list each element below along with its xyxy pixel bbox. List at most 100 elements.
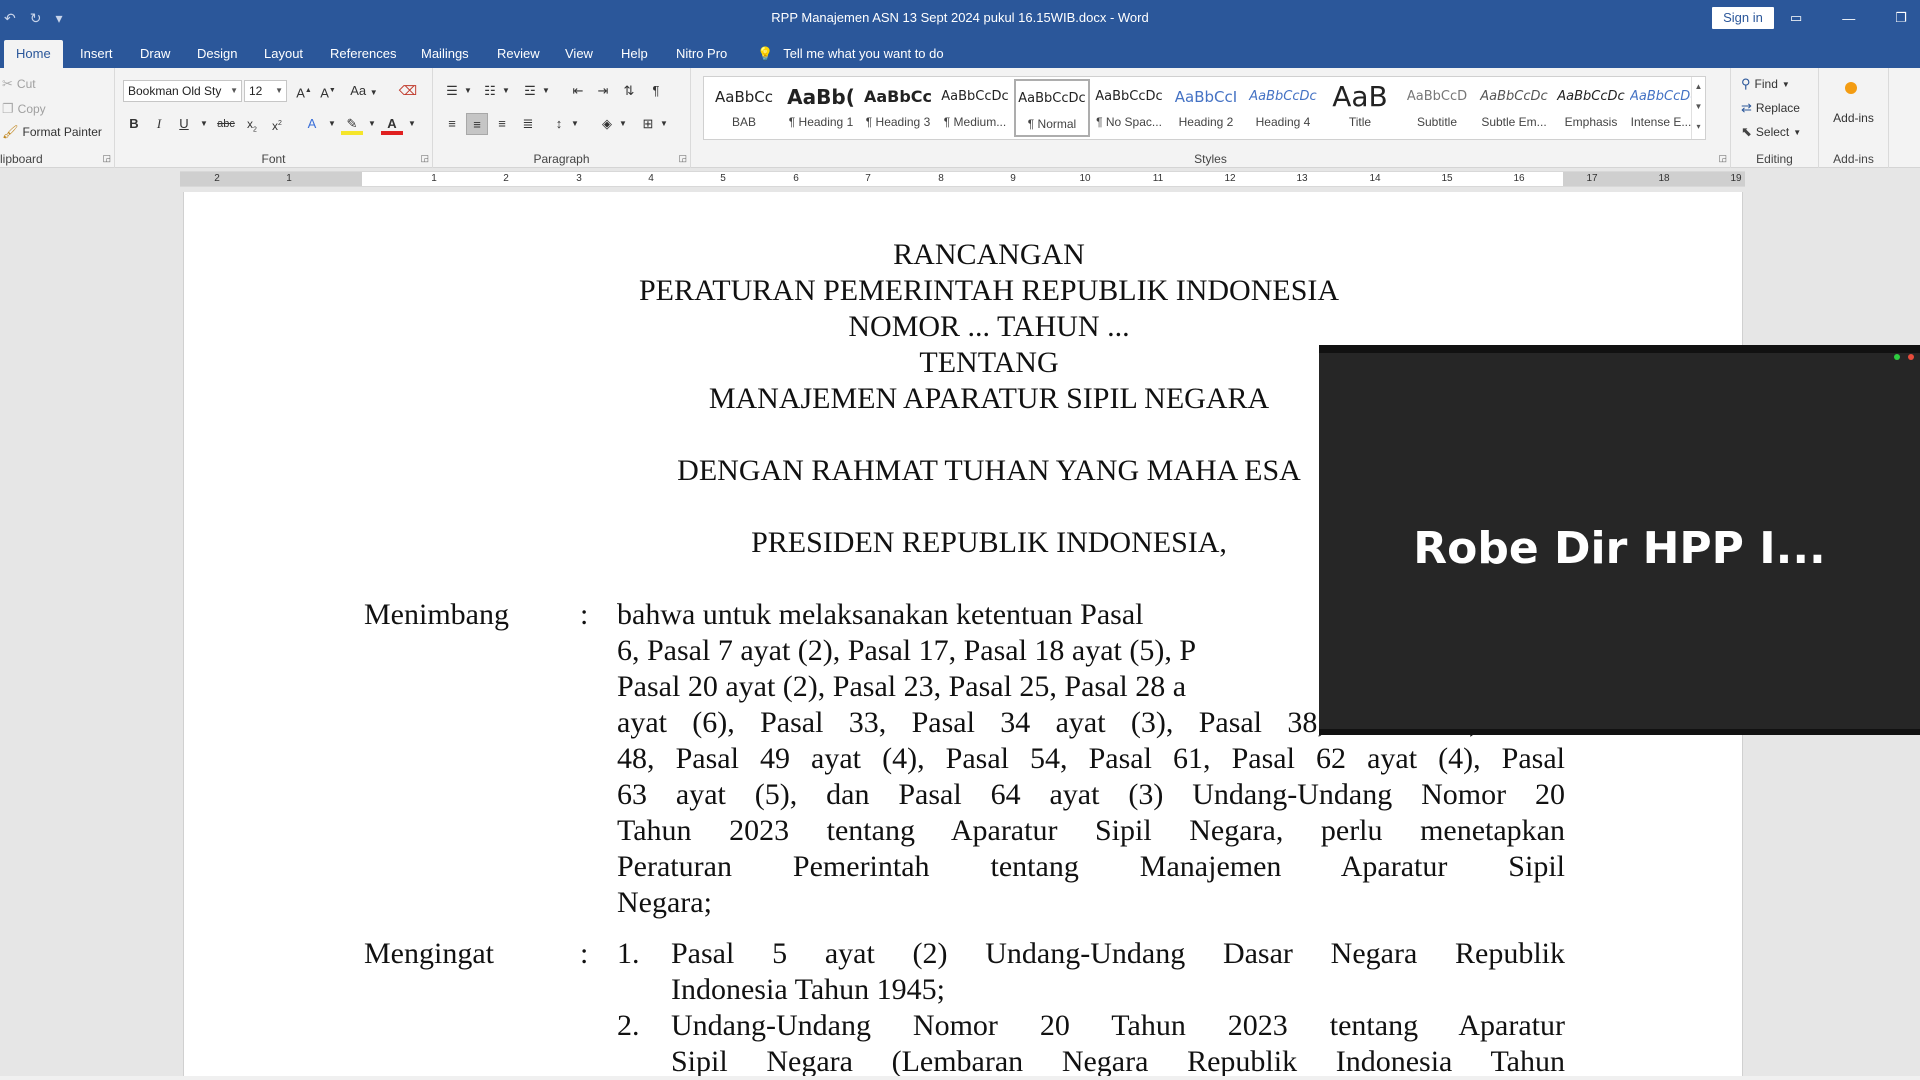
text-effects-dropdown-icon[interactable]: ▼ — [321, 113, 343, 135]
ruler-tick: 6 — [793, 173, 799, 184]
paragraph-launcher-icon[interactable]: ◲ — [678, 153, 687, 164]
addins-group: Add-ins Add-ins — [1819, 68, 1889, 168]
restore-icon[interactable]: ❐ — [1895, 10, 1907, 26]
minimize-icon[interactable]: — — [1842, 11, 1855, 26]
ruler-tick: 2 — [214, 173, 220, 184]
shading-dropdown-icon[interactable]: ▼ — [612, 113, 634, 135]
line-spacing-dropdown-icon[interactable]: ▼ — [564, 113, 586, 135]
font-launcher-icon[interactable]: ◲ — [420, 153, 429, 164]
superscript-icon[interactable]: x2 — [266, 113, 288, 135]
dropdown-icon: ▼ — [1781, 79, 1790, 89]
scroll-up-icon[interactable]: ▲ — [1692, 77, 1705, 97]
ruler-left-margin — [180, 172, 362, 186]
font-name-combo[interactable]: Bookman Old Sty ▼ — [123, 80, 242, 102]
cut-button[interactable]: ✂ Cut — [2, 76, 36, 92]
menimbang-line: Pasal 20 ayat (2), Pasal 23, Pasal 25, P… — [617, 670, 1187, 703]
clear-formatting-icon[interactable]: ⌫ — [397, 80, 419, 102]
style-normal[interactable]: AaBbCcDc ¶ Normal — [1014, 79, 1090, 137]
horizontal-ruler[interactable]: 2 1 1 2 3 4 5 6 7 8 9 10 11 12 13 14 15 … — [180, 171, 1745, 187]
bullets-dropdown-icon[interactable]: ▼ — [457, 80, 479, 102]
style-heading-4[interactable]: AaBbCcDc Heading 4 — [1245, 79, 1321, 137]
paragraph-group: ☰ ▼ ☷ ▼ ☲ ▼ ⇤ ⇥ ⇅ ¶ ≡ ≡ ≡ ≣ ↕ ▼ ◈ ▼ ⊞ ▼ … — [433, 68, 691, 168]
ruler-tick: 11 — [1152, 173, 1164, 184]
font-color-icon[interactable]: A — [381, 113, 403, 135]
tab-view[interactable]: View — [553, 40, 605, 68]
tab-design[interactable]: Design — [185, 40, 249, 68]
style-heading-3[interactable]: AaBbCc ¶ Heading 3 — [860, 79, 936, 137]
addins-button[interactable]: Add-ins — [1819, 111, 1888, 125]
decrease-indent-icon[interactable]: ⇤ — [567, 80, 589, 102]
tell-me-search[interactable]: 💡 Tell me what you want to do — [757, 40, 944, 68]
subscript-icon[interactable]: x2 — [241, 113, 263, 135]
scroll-down-icon[interactable]: ▼ — [1692, 97, 1705, 117]
style-title[interactable]: AaB Title — [1322, 79, 1398, 137]
borders-dropdown-icon[interactable]: ▼ — [653, 113, 675, 135]
tab-references[interactable]: References — [318, 40, 408, 68]
underline-icon[interactable]: U — [173, 113, 195, 135]
tab-mailings[interactable]: Mailings — [409, 40, 481, 68]
title-bar: ↶ ↻ ▾ RPP Manajemen ASN 13 Sept 2024 puk… — [0, 0, 1920, 36]
underline-dropdown-icon[interactable]: ▼ — [193, 113, 215, 135]
multilevel-dropdown-icon[interactable]: ▼ — [535, 80, 557, 102]
tab-draw[interactable]: Draw — [128, 40, 182, 68]
ruler-tick: 1 — [286, 173, 292, 184]
change-case-button[interactable]: Aa ▼ — [347, 80, 381, 102]
shrink-font-icon[interactable]: A▼ — [317, 80, 339, 102]
style-intense-emphasis[interactable]: AaBbCcDc Intense E... — [1630, 79, 1692, 137]
style-subtle-emphasis[interactable]: AaBbCcDc Subtle Em... — [1476, 79, 1552, 137]
style-no-spacing[interactable]: AaBbCcDc ¶ No Spac... — [1091, 79, 1167, 137]
clipboard-launcher-icon[interactable]: ◲ — [102, 153, 111, 164]
redo-icon[interactable]: ↻ — [30, 10, 42, 27]
format-painter-button[interactable]: 🖌 Format Painter — [2, 124, 102, 140]
highlight-dropdown-icon[interactable]: ▼ — [361, 113, 383, 135]
style-bab[interactable]: AaBbCc BAB — [706, 79, 782, 137]
tab-layout[interactable]: Layout — [252, 40, 315, 68]
list-number: 2. — [617, 1009, 640, 1042]
undo-icon[interactable]: ↶ — [4, 10, 16, 27]
italic-icon[interactable]: I — [148, 113, 170, 135]
gallery-more-icon[interactable]: ▾ — [1692, 117, 1705, 137]
text-effects-icon[interactable]: A — [301, 113, 323, 135]
font-size-combo[interactable]: 12 ▼ — [244, 80, 287, 102]
select-button[interactable]: ⬉ Select ▼ — [1741, 124, 1801, 140]
bold-icon[interactable]: B — [123, 113, 145, 135]
sign-in-button[interactable]: Sign in — [1712, 7, 1774, 29]
style-emphasis[interactable]: AaBbCcDc Emphasis — [1553, 79, 1629, 137]
find-button[interactable]: ⚲ Find ▼ — [1741, 76, 1790, 92]
doc-heading-line: NOMOR ... TAHUN ... — [848, 310, 1130, 343]
style-subtitle[interactable]: AaBbCcD Subtitle — [1399, 79, 1475, 137]
tab-help[interactable]: Help — [609, 40, 660, 68]
style-medium[interactable]: AaBbCcDc ¶ Medium... — [937, 79, 1013, 137]
style-heading-1[interactable]: AaBb( ¶ Heading 1 — [783, 79, 859, 137]
align-left-icon[interactable]: ≡ — [441, 113, 463, 135]
addins-icon[interactable] — [1845, 82, 1857, 94]
show-formatting-icon[interactable]: ¶ — [645, 80, 667, 102]
ribbon-display-icon[interactable]: ▭ — [1790, 10, 1802, 26]
style-heading-2[interactable]: AaBbCcI Heading 2 — [1168, 79, 1244, 137]
tab-review[interactable]: Review — [485, 40, 552, 68]
tab-insert[interactable]: Insert — [68, 40, 125, 68]
font-color-dropdown-icon[interactable]: ▼ — [401, 113, 423, 135]
ruler-tick: 1 — [431, 173, 437, 184]
grow-font-icon[interactable]: A▲ — [293, 80, 315, 102]
menimbang-line: Peraturan Pemerintah tentang Manajemen A… — [617, 850, 1565, 883]
styles-launcher-icon[interactable]: ◲ — [1718, 153, 1727, 164]
highlight-icon[interactable]: ✎ — [341, 113, 363, 135]
align-center-icon[interactable]: ≡ — [466, 113, 488, 135]
increase-indent-icon[interactable]: ⇥ — [592, 80, 614, 102]
tab-nitro-pro[interactable]: Nitro Pro — [664, 40, 739, 68]
ruler-tick: 14 — [1369, 173, 1381, 184]
mengingat-line: Undang-Undang Nomor 20 Tahun 2023 tentan… — [671, 1009, 1565, 1042]
replace-button[interactable]: ⇄ Replace — [1741, 100, 1800, 116]
numbering-dropdown-icon[interactable]: ▼ — [495, 80, 517, 102]
copy-button[interactable]: ❐ Copy — [2, 101, 46, 117]
strikethrough-icon[interactable]: abc — [215, 113, 237, 135]
tab-home[interactable]: Home — [4, 40, 63, 68]
justify-icon[interactable]: ≣ — [517, 113, 539, 135]
customize-qat-icon[interactable]: ▾ — [55, 10, 62, 27]
gallery-scroll[interactable]: ▲ ▼ ▾ — [1691, 77, 1705, 139]
sort-icon[interactable]: ⇅ — [618, 80, 640, 102]
styles-label: Styles — [1194, 152, 1227, 166]
align-right-icon[interactable]: ≡ — [491, 113, 513, 135]
video-call-overlay[interactable]: Robe Dir HPP I... — [1319, 345, 1920, 735]
